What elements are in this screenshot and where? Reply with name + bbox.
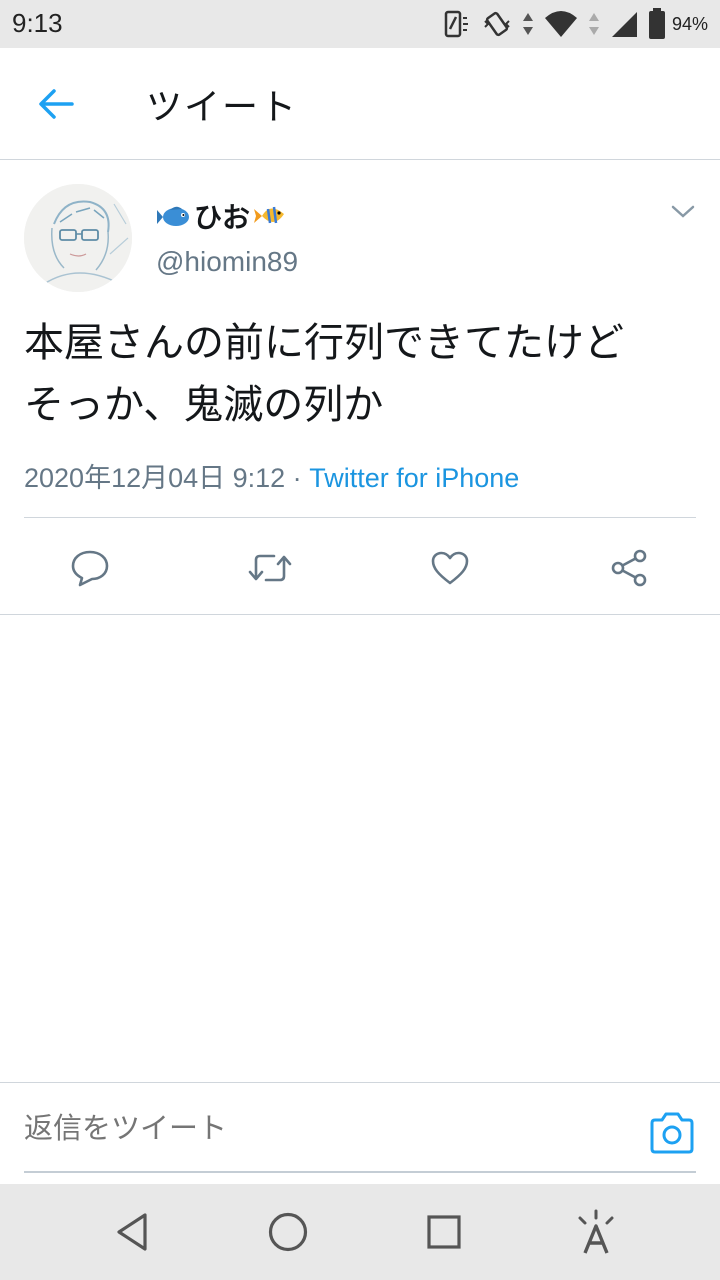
tropical-fish-emoji-icon [254, 206, 285, 224]
reply-input[interactable] [24, 1113, 624, 1146]
tweet-source-link[interactable]: Twitter for iPhone [309, 463, 519, 493]
square-recents-icon [427, 1215, 461, 1249]
tweet-text-line: 本屋さんの前に行列できてたけど [24, 320, 624, 366]
vibrate-icon [484, 11, 510, 37]
data-arrows-icon [522, 13, 533, 35]
nav-recents-button[interactable] [418, 1206, 470, 1258]
triangle-back-icon [117, 1213, 147, 1251]
battery-percent: 94% [671, 13, 708, 34]
tweet-meta: 2020年12月04日 9:12 · Twitter for iPhone [24, 456, 519, 495]
reply-composer [0, 1082, 720, 1184]
nav-back-button[interactable] [106, 1206, 158, 1258]
share-icon [611, 549, 647, 587]
retweet-icon [248, 554, 292, 582]
camera-icon [650, 1112, 694, 1154]
system-nav-bar [0, 1184, 720, 1280]
user-handle[interactable]: @hiomin89 [156, 246, 298, 278]
signal-icon [611, 12, 637, 37]
nav-home-button[interactable] [262, 1206, 314, 1258]
tweet-text: 本屋さんの前に行列できてたけど そっか、鬼滅の列か [24, 312, 696, 436]
tweet-timestamp: 2020年12月04日 9:12 · [24, 463, 310, 493]
tweet-detail: ひお @hiomin89 本屋さんの前に行列できてたけど そっか、鬼滅の列か 2… [0, 160, 720, 615]
share-button[interactable] [605, 544, 653, 592]
app-bar: ツイート [0, 48, 720, 160]
reply-button[interactable] [66, 544, 114, 592]
arrow-left-icon [39, 89, 74, 119]
wifi-icon [544, 11, 577, 37]
reply-underline [24, 1171, 696, 1173]
camera-button[interactable] [648, 1111, 696, 1159]
data-arrows-icon [588, 13, 599, 35]
page-title: ツイート [146, 87, 299, 128]
status-time: 9:13 [12, 8, 63, 38]
reply-icon [71, 550, 109, 587]
display-name-row[interactable]: ひお [156, 196, 288, 236]
nav-accessibility-button[interactable] [570, 1206, 622, 1258]
nfc-icon [444, 10, 468, 38]
like-button[interactable] [426, 544, 474, 592]
display-name: ひお [194, 201, 251, 234]
avatar[interactable] [24, 184, 132, 292]
status-icons: 94% [442, 8, 708, 40]
font-accessibility-icon [578, 1209, 614, 1254]
tweet-text-line: そっか、鬼滅の列か [24, 382, 384, 428]
fish-emoji-icon [157, 206, 189, 226]
retweet-button[interactable] [246, 544, 294, 592]
back-button[interactable] [24, 76, 88, 132]
tweet-actions [0, 518, 720, 614]
battery-icon [648, 8, 665, 39]
chevron-down-icon[interactable] [670, 202, 696, 222]
avatar-image [24, 184, 132, 292]
circle-home-icon [268, 1212, 308, 1252]
status-bar: 9:13 94% [0, 0, 720, 48]
heart-icon [431, 551, 469, 585]
